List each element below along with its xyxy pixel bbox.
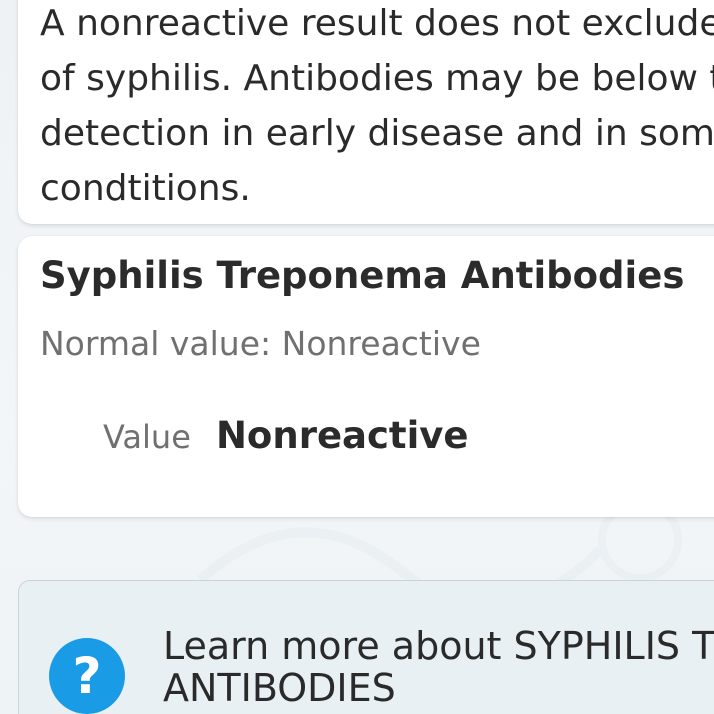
learn-more-link[interactable]: Learn more about SYPHILIS TP ANTIBODIES [163,625,714,709]
test-name: Syphilis Treponema Antibodies [40,254,685,297]
result-value-row: Value Nonreactive [103,414,469,457]
note-line: detection in early disease and in some [40,113,714,154]
learn-more-card[interactable]: ? Learn more about SYPHILIS TP ANTIBODIE… [18,580,714,714]
result-value: Nonreactive [215,414,469,457]
interpretation-note-text: A nonreactive result does not exclude of… [40,0,714,216]
value-label: Value [103,418,191,456]
normal-value-text: Normal value: Nonreactive [40,324,481,363]
note-line: of syphilis. Antibodies may be below t [40,58,714,99]
learn-more-line: ANTIBODIES [163,666,396,710]
learn-more-line: Learn more about SYPHILIS TP [163,624,714,668]
test-result-card[interactable]: Syphilis Treponema Antibodies Normal val… [18,236,714,517]
question-icon: ? [49,638,125,714]
interpretation-note-card: A nonreactive result does not exclude of… [18,0,714,224]
note-line: condtitions. [40,168,251,209]
lab-results-page: A nonreactive result does not exclude of… [0,0,714,714]
note-line: A nonreactive result does not exclude [40,3,714,44]
